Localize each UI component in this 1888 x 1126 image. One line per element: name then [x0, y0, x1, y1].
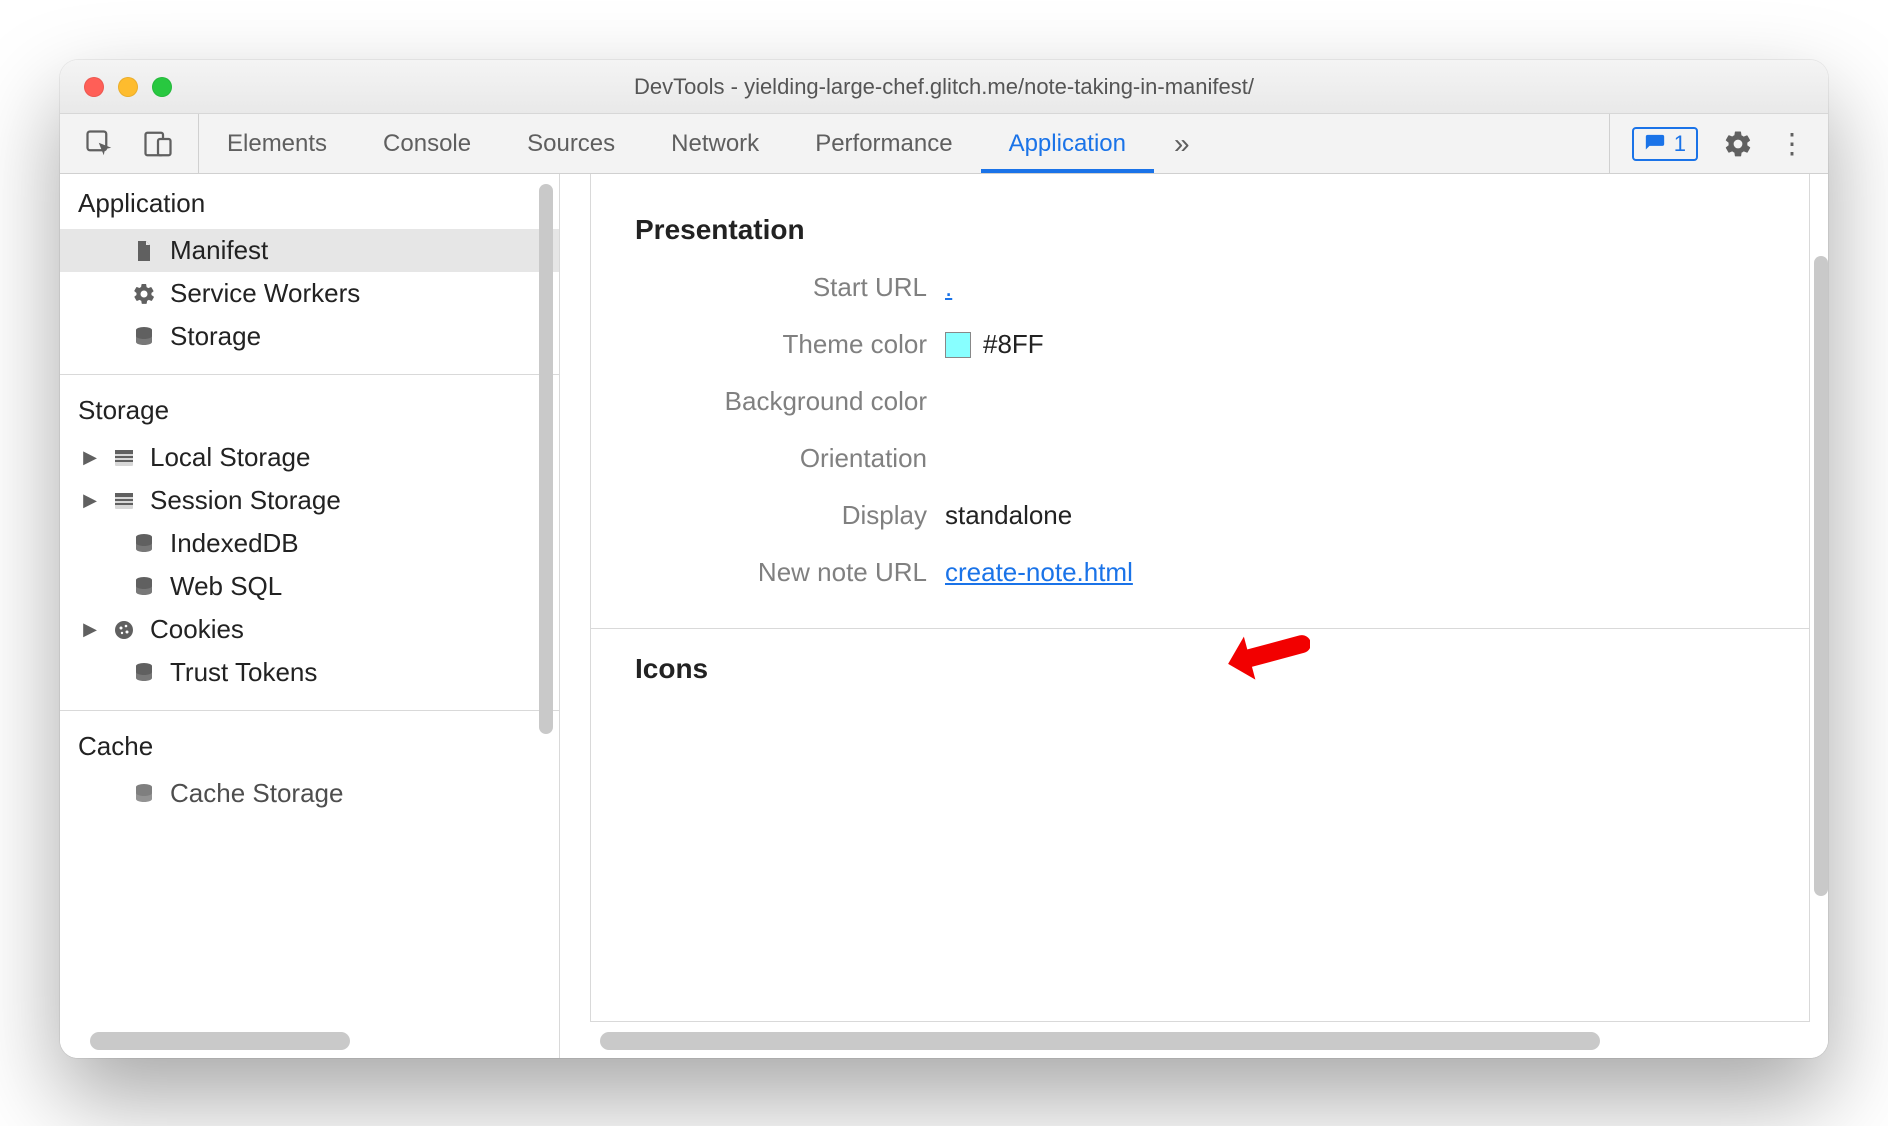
application-sidebar: Application Manifest Service Workers	[60, 174, 560, 1058]
tab-network[interactable]: Network	[643, 114, 787, 173]
expand-arrow-icon[interactable]: ▶	[82, 619, 98, 640]
table-icon	[110, 444, 138, 472]
tab-performance[interactable]: Performance	[787, 114, 980, 173]
settings-gear-icon[interactable]	[1720, 126, 1756, 162]
expand-arrow-icon[interactable]: ▶	[82, 490, 98, 511]
window-title: DevTools - yielding-large-chef.glitch.me…	[60, 74, 1828, 100]
issues-button[interactable]: 1	[1632, 127, 1698, 161]
sidebar-item-label: Web SQL	[170, 571, 282, 602]
sidebar-item-label: Storage	[170, 321, 261, 352]
sidebar-item-session-storage[interactable]: ▶ Session Storage	[60, 479, 559, 522]
issues-count: 1	[1674, 131, 1686, 157]
sidebar-item-service-workers[interactable]: Service Workers	[60, 272, 559, 315]
titlebar: DevTools - yielding-large-chef.glitch.me…	[60, 60, 1828, 114]
row-start-url: Start URL .	[635, 272, 1765, 303]
sidebar-horizontal-scrollbar[interactable]	[90, 1032, 350, 1050]
row-label: New note URL	[635, 557, 945, 588]
start-url-link[interactable]: .	[945, 272, 952, 303]
sidebar-section-storage: Storage	[60, 381, 559, 436]
theme-color-value: #8FF	[983, 329, 1044, 360]
sidebar-item-label: IndexedDB	[170, 528, 299, 559]
sidebar-item-indexeddb[interactable]: IndexedDB	[60, 522, 559, 565]
row-orientation: Orientation	[635, 443, 1765, 474]
inspect-element-icon[interactable]	[82, 126, 118, 162]
sidebar-item-web-sql[interactable]: Web SQL	[60, 565, 559, 608]
tab-application[interactable]: Application	[981, 114, 1154, 173]
more-menu-icon[interactable]: ⋮	[1778, 130, 1806, 158]
gear-icon	[130, 280, 158, 308]
sidebar-section-application: Application	[60, 174, 559, 229]
expand-arrow-icon[interactable]: ▶	[82, 447, 98, 468]
section-icons-heading: Icons	[635, 653, 1765, 685]
window-close-button[interactable]	[84, 77, 104, 97]
sidebar-item-local-storage[interactable]: ▶ Local Storage	[60, 436, 559, 479]
database-icon	[130, 780, 158, 808]
database-icon	[130, 573, 158, 601]
file-icon	[130, 237, 158, 265]
window-minimize-button[interactable]	[118, 77, 138, 97]
sidebar-item-label: Cookies	[150, 614, 244, 645]
sidebar-vertical-scrollbar[interactable]	[539, 184, 553, 1018]
sidebar-item-storage[interactable]: Storage	[60, 315, 559, 358]
sidebar-item-label: Session Storage	[150, 485, 341, 516]
database-icon	[130, 659, 158, 687]
database-icon	[130, 530, 158, 558]
new-note-url-link[interactable]: create-note.html	[945, 557, 1133, 588]
row-theme-color: Theme color #8FF	[635, 329, 1765, 360]
row-display: Display standalone	[635, 500, 1765, 531]
sidebar-item-label: Trust Tokens	[170, 657, 317, 688]
sidebar-item-cache-storage[interactable]: Cache Storage	[60, 772, 559, 815]
sidebar-item-trust-tokens[interactable]: Trust Tokens	[60, 651, 559, 694]
sidebar-item-cookies[interactable]: ▶ Cookies	[60, 608, 559, 651]
row-label: Start URL	[635, 272, 945, 303]
devtools-toolbar: Elements Console Sources Network Perform…	[60, 114, 1828, 174]
tabs-overflow-button[interactable]: »	[1154, 114, 1210, 173]
device-toolbar-icon[interactable]	[140, 126, 176, 162]
database-icon	[130, 323, 158, 351]
annotation-arrow-icon	[1220, 609, 1310, 704]
manifest-pane: Presentation Start URL . Theme color #8F…	[560, 174, 1828, 1058]
table-icon	[110, 487, 138, 515]
row-background-color: Background color	[635, 386, 1765, 417]
content-vertical-scrollbar[interactable]	[1814, 186, 1828, 1018]
tab-console[interactable]: Console	[355, 114, 499, 173]
row-label: Theme color	[635, 329, 945, 360]
sidebar-section-cache: Cache	[60, 717, 559, 772]
sidebar-item-label: Local Storage	[150, 442, 310, 473]
sidebar-item-label: Manifest	[170, 235, 268, 266]
cookie-icon	[110, 616, 138, 644]
row-label: Orientation	[635, 443, 945, 474]
row-new-note-url: New note URL create-note.html	[635, 557, 1765, 588]
row-label: Background color	[635, 386, 945, 417]
theme-color-swatch	[945, 332, 971, 358]
tab-elements[interactable]: Elements	[199, 114, 355, 173]
row-label: Display	[635, 500, 945, 531]
sidebar-item-label: Cache Storage	[170, 778, 343, 809]
sidebar-item-manifest[interactable]: Manifest	[60, 229, 559, 272]
window-zoom-button[interactable]	[152, 77, 172, 97]
section-presentation-heading: Presentation	[635, 214, 1765, 246]
display-value: standalone	[945, 500, 1072, 531]
sidebar-item-label: Service Workers	[170, 278, 360, 309]
tab-sources[interactable]: Sources	[499, 114, 643, 173]
content-horizontal-scrollbar[interactable]	[600, 1032, 1788, 1050]
